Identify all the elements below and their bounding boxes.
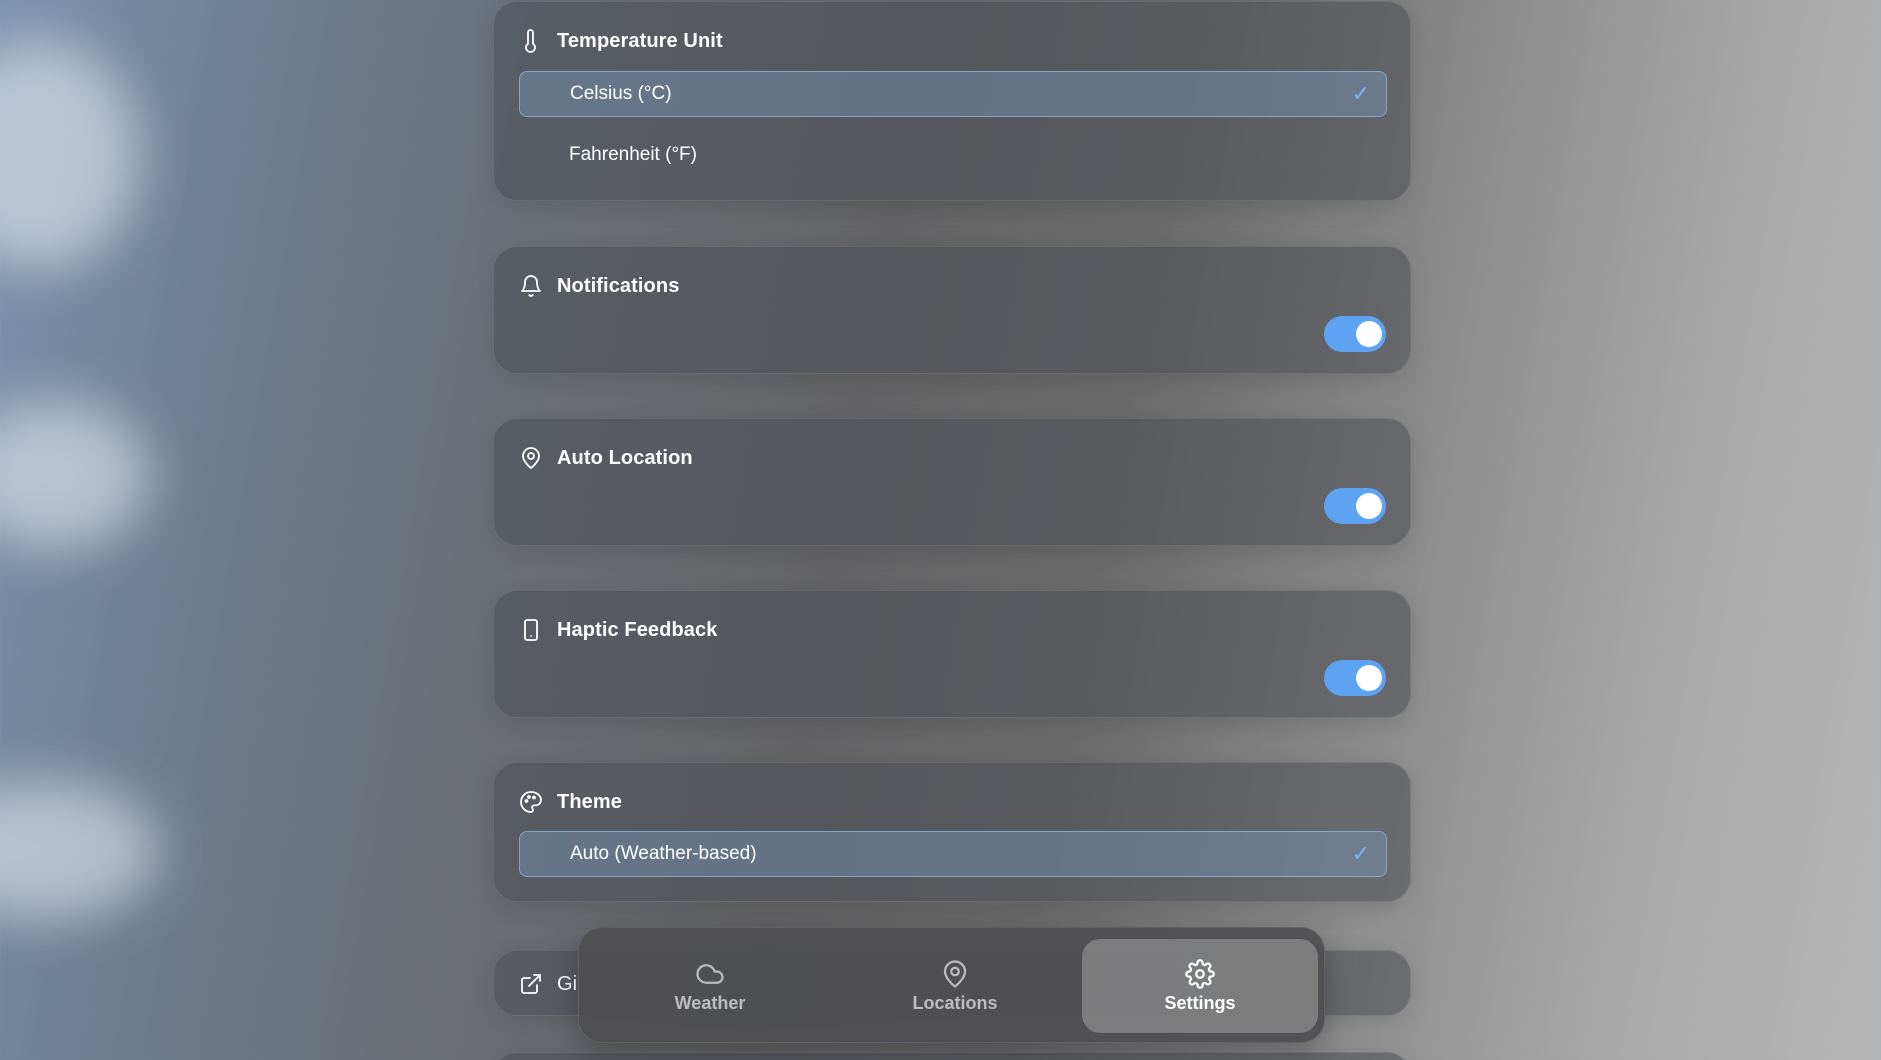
map-pin-icon [519,446,543,470]
tab-locations-label: Locations [912,992,998,1013]
toggle-knob [1356,321,1382,347]
external-link-icon [519,972,543,996]
bottom-tab-bar: Weather Locations Settings [578,927,1325,1043]
temperature-unit-card: Temperature Unit Celsius (°C) ✓ Fahrenhe… [493,1,1411,201]
theme-title: Theme [557,790,622,813]
gear-icon [1185,958,1215,989]
auto-location-toggle[interactable] [1324,488,1386,524]
tab-weather[interactable]: Weather [592,939,828,1033]
background-cloud [0,40,140,270]
background-cloud [0,780,160,920]
toggle-knob [1356,665,1382,691]
check-icon: ✓ [1351,841,1370,866]
haptic-feedback-title: Haptic Feedback [557,618,718,641]
notifications-title: Notifications [557,274,680,297]
option-theme-auto[interactable]: Auto (Weather-based) ✓ [519,831,1387,877]
github-header: Gi [519,969,577,999]
auto-location-card: Auto Location [493,418,1411,546]
option-celsius[interactable]: Celsius (°C) ✓ [519,71,1387,117]
map-pin-icon [940,959,970,989]
check-icon: ✓ [1351,81,1370,106]
palette-icon [519,790,543,814]
cloud-icon [695,959,725,989]
next-card [493,1052,1411,1060]
haptic-feedback-card: Haptic Feedback [493,590,1411,718]
bell-icon [519,274,543,298]
haptic-feedback-header: Haptic Feedback [519,615,717,645]
tab-settings[interactable]: Settings [1082,939,1318,1033]
option-fahrenheit-label: Fahrenheit (°F) [569,144,697,165]
thermometer-icon [519,29,543,53]
toggle-knob [1356,493,1382,519]
temperature-unit-header: Temperature Unit [519,26,723,56]
tab-settings-label: Settings [1164,992,1236,1013]
auto-location-title: Auto Location [557,446,693,469]
auto-location-header: Auto Location [519,443,693,473]
github-title: Gi [557,972,578,995]
theme-header: Theme [519,787,622,817]
background-cloud [0,400,150,550]
notifications-toggle[interactable] [1324,316,1386,352]
notifications-header: Notifications [519,271,679,301]
haptic-feedback-toggle[interactable] [1324,660,1386,696]
phone-icon [519,618,543,642]
notifications-card: Notifications [493,246,1411,374]
theme-card: Theme Auto (Weather-based) ✓ [493,762,1411,902]
option-fahrenheit[interactable]: Fahrenheit (°F) [519,132,1387,178]
tab-weather-label: Weather [674,992,746,1013]
option-celsius-label: Celsius (°C) [570,83,672,104]
temperature-unit-title: Temperature Unit [557,29,723,52]
tab-locations[interactable]: Locations [837,939,1073,1033]
option-theme-auto-label: Auto (Weather-based) [570,843,757,864]
